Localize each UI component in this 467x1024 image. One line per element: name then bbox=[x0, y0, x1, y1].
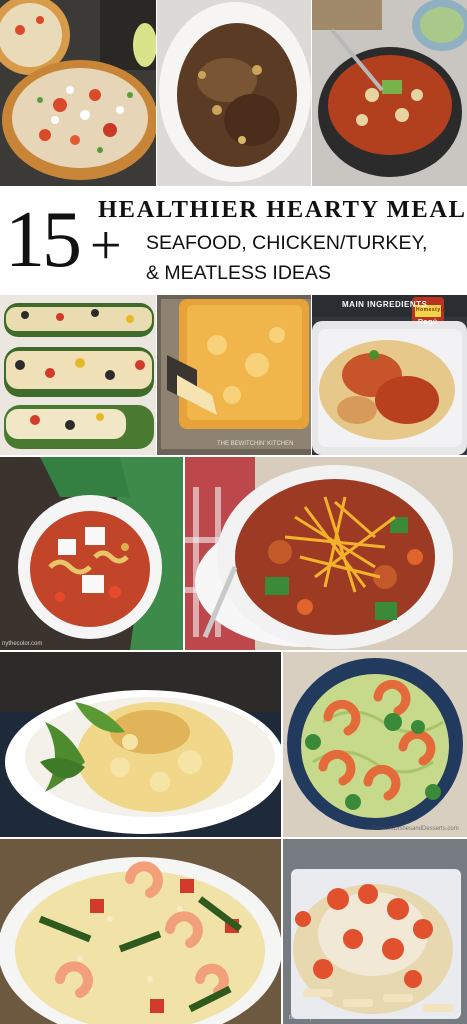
title-plus: + bbox=[90, 215, 122, 277]
photo-shrimp-zoodles: DinnersDishesandDesserts.com bbox=[283, 652, 467, 837]
photo-minestrone-soup: nythecolor.com bbox=[0, 457, 183, 650]
ragu-jar-brand: Ragú bbox=[418, 319, 438, 326]
photo-chili-soup bbox=[312, 0, 467, 186]
photo-veggie-chili bbox=[185, 457, 467, 650]
title-main-heading: HEALTHIER HEARTY MEALS bbox=[98, 196, 467, 223]
photo-tostadas bbox=[0, 0, 156, 186]
photo-shrimp-couscous bbox=[0, 839, 281, 1024]
photo-stuffed-zucchini bbox=[0, 295, 156, 455]
watermark-soup-credit: nythecolor.com bbox=[2, 641, 43, 647]
watermark-pasta-credit: bestrecipes bbox=[289, 1015, 320, 1021]
ragu-jar-sub: Homestyle bbox=[416, 307, 446, 313]
watermark-bewitchin-kitchen: THE BEWITCHIN' KITCHEN bbox=[217, 441, 294, 447]
title-subheading-line2: & MEATLESS IDEAS bbox=[146, 262, 331, 284]
photo-chicken-spaghetti: MAIN INGREDIENTS Ragú Homestyle bbox=[312, 295, 467, 455]
photo-casserole: THE BEWITCHIN' KITCHEN bbox=[157, 295, 311, 455]
photo-lentil-bowl bbox=[157, 0, 311, 186]
title-subheading-line1: SEAFOOD, CHICKEN/TURKEY, bbox=[146, 232, 428, 254]
title-number: 15 bbox=[5, 196, 82, 284]
photo-mac-and-cheese bbox=[0, 652, 281, 837]
label-main-ingredients: MAIN INGREDIENTS bbox=[342, 300, 428, 309]
title-banner: 15 + HEALTHIER HEARTY MEALS SEAFOOD, CHI… bbox=[0, 186, 467, 294]
photo-chicken-tomato-pasta: bestrecipes bbox=[283, 839, 467, 1024]
watermark-shrimp-credit: DinnersDishesandDesserts.com bbox=[373, 826, 459, 832]
